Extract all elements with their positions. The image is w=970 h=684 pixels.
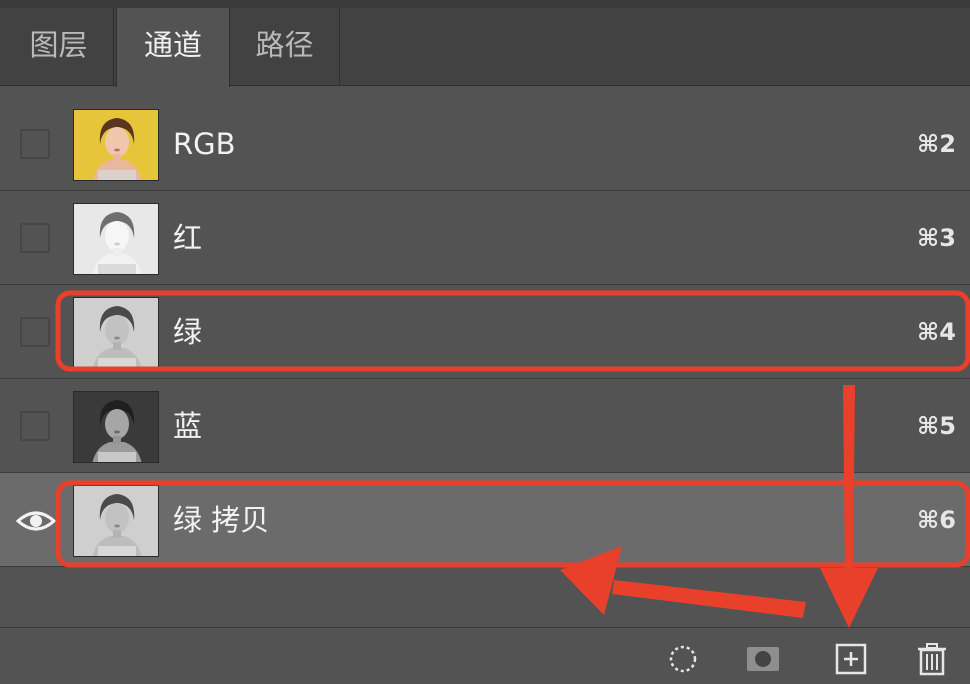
channel-shortcut: ⌘3: [917, 224, 956, 252]
channel-shortcut: ⌘4: [917, 318, 956, 346]
channel-row-rgb[interactable]: RGB ⌘2: [0, 97, 970, 191]
trash-icon[interactable]: [915, 642, 949, 676]
load-selection-icon[interactable]: [666, 642, 700, 676]
channel-name: 绿 拷贝: [173, 503, 270, 537]
channel-row-red[interactable]: 红 ⌘3: [0, 191, 970, 285]
eye-icon[interactable]: [14, 501, 58, 541]
tab-layers[interactable]: 图层: [4, 8, 114, 86]
channel-name: 蓝: [173, 409, 203, 443]
channel-name: 红: [173, 221, 203, 255]
panel-top-edge: [0, 0, 970, 8]
channels-bottom-toolbar: [0, 627, 970, 684]
visibility-toggle[interactable]: [20, 129, 50, 159]
channel-row-green[interactable]: 绿 ⌘4: [0, 285, 970, 379]
channel-shortcut: ⌘2: [917, 130, 956, 158]
channel-thumbnail-blue: [73, 391, 159, 463]
channel-shortcut: ⌘5: [917, 412, 956, 440]
channel-thumbnail-red: [73, 203, 159, 275]
channel-thumbnail-rgb: [73, 109, 159, 181]
channel-name: RGB: [173, 127, 236, 161]
save-selection-mask-icon[interactable]: [746, 642, 780, 676]
channel-row-blue[interactable]: 蓝 ⌘5: [0, 379, 970, 473]
visibility-toggle[interactable]: [20, 223, 50, 253]
visibility-toggle[interactable]: [20, 411, 50, 441]
tab-paths[interactable]: 路径: [230, 8, 340, 86]
channel-row-green-copy[interactable]: 绿 拷贝 ⌘6: [0, 473, 970, 567]
visibility-toggle[interactable]: [20, 317, 50, 347]
panel-tab-bar: 图层 通道 路径: [0, 8, 970, 87]
tab-channels[interactable]: 通道: [116, 8, 230, 87]
channel-thumbnail-green: [73, 297, 159, 369]
new-channel-icon[interactable]: [834, 642, 868, 676]
channel-name: 绿: [173, 315, 203, 349]
channel-shortcut: ⌘6: [917, 506, 956, 534]
channel-thumbnail-green-copy: [73, 485, 159, 557]
